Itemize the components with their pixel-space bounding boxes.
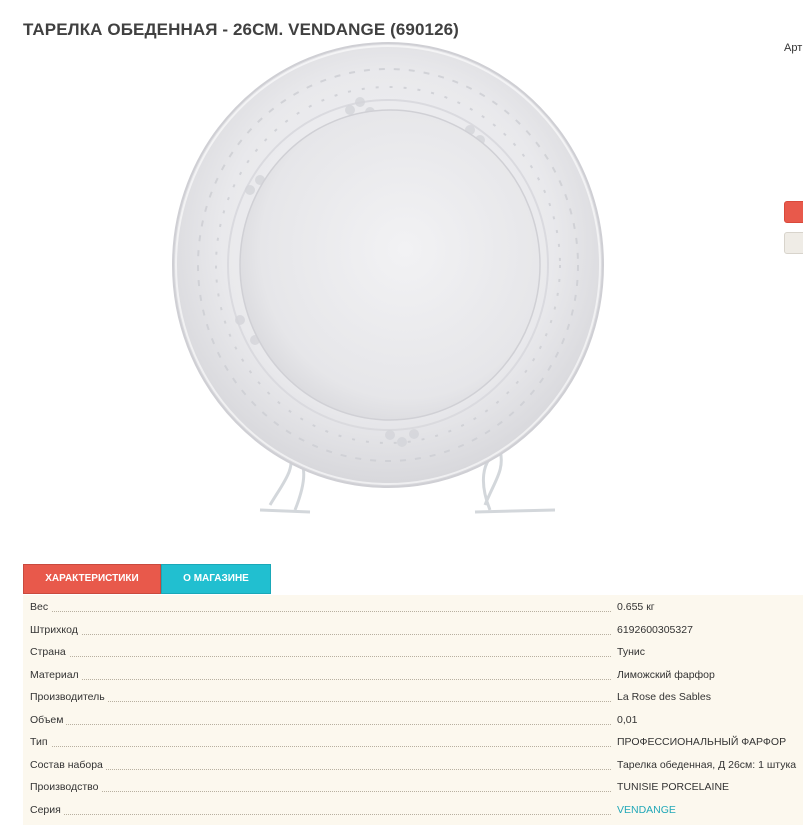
- spec-value: Тунис: [617, 646, 645, 658]
- spec-label: Тип: [30, 736, 51, 748]
- spec-leader: [31, 791, 611, 792]
- series-link[interactable]: VENDANGE: [617, 804, 676, 816]
- spec-value: 6192600305327: [617, 624, 693, 636]
- spec-value: Лиможский фарфор: [617, 669, 715, 681]
- spec-leader: [31, 611, 611, 612]
- spec-leader: [31, 724, 611, 725]
- spec-value: 0.655 кг: [617, 601, 655, 613]
- spec-leader: [31, 656, 611, 657]
- spec-row-type: Тип ПРОФЕССИОНАЛЬНЫЙ ФАРФОР: [23, 732, 803, 754]
- spec-row-country: Страна Тунис: [23, 642, 803, 664]
- spec-label: Серия: [30, 804, 64, 816]
- spec-label: Штрихкод: [30, 624, 81, 636]
- spec-row-barcode: Штрихкод 6192600305327: [23, 620, 803, 642]
- tab-about-store[interactable]: О МАГАЗИНЕ: [161, 564, 271, 594]
- specs-table: Вес 0.655 кг Штрихкод 6192600305327 Стра…: [23, 595, 803, 825]
- spec-row-series: Серия VENDANGE: [23, 800, 803, 822]
- color-option-red[interactable]: [784, 201, 803, 223]
- spec-leader: [31, 814, 611, 815]
- color-option-beige[interactable]: [784, 232, 803, 254]
- tab-characteristics[interactable]: ХАРАКТЕРИСТИКИ: [23, 564, 161, 594]
- product-tabs: ХАРАКТЕРИСТИКИ О МАГАЗИНЕ: [23, 564, 271, 594]
- spec-label: Состав набора: [30, 759, 106, 771]
- page-title: ТАРЕЛКА ОБЕДЕННАЯ - 26СМ. VENDANGE (6901…: [23, 20, 459, 40]
- spec-value: TUNISIE PORCELAINE: [617, 781, 730, 793]
- spec-value: ПРОФЕССИОНАЛЬНЫЙ ФАРФОР: [617, 736, 787, 748]
- spec-value: Тарелка обеденная, Д 26см: 1 штука: [617, 759, 797, 771]
- spec-leader: [31, 701, 611, 702]
- spec-label: Объем: [30, 714, 67, 726]
- spec-row-weight: Вес 0.655 кг: [23, 597, 803, 619]
- article-label: Арт: [784, 42, 803, 54]
- spec-row-manufacturer: Производитель La Rose des Sables: [23, 687, 803, 709]
- spec-label: Вес: [30, 601, 52, 613]
- spec-row-production: Производство TUNISIE PORCELAINE: [23, 777, 803, 799]
- spec-label: Производство: [30, 781, 102, 793]
- spec-label: Страна: [30, 646, 69, 658]
- spec-leader: [31, 634, 611, 635]
- spec-value: 0,01: [617, 714, 638, 726]
- spec-row-volume: Объем 0,01: [23, 710, 803, 732]
- spec-row-material: Материал Лиможский фарфор: [23, 665, 803, 687]
- spec-label: Производитель: [30, 691, 108, 703]
- spec-leader: [31, 769, 611, 770]
- spec-leader: [31, 746, 611, 747]
- spec-label: Материал: [30, 669, 82, 681]
- spec-row-set-contents: Состав набора Тарелка обеденная, Д 26см:…: [23, 755, 803, 777]
- spec-leader: [31, 679, 611, 680]
- product-image[interactable]: [160, 40, 620, 530]
- spec-value: La Rose des Sables: [617, 691, 711, 703]
